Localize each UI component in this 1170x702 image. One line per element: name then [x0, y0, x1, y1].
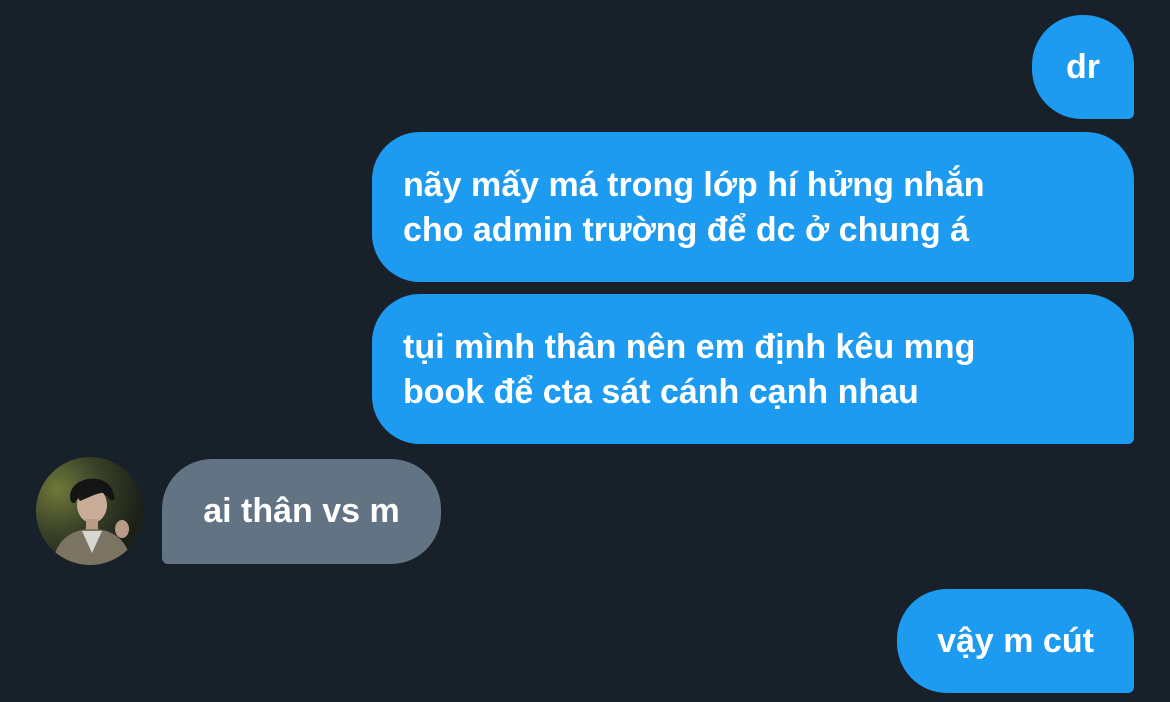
message-text: vậy m cút: [937, 622, 1094, 660]
message-bubble-outgoing[interactable]: tụi mình thân nên em định kêu mng book đ…: [372, 294, 1134, 444]
message-text-line: tụi mình thân nên em định kêu mng: [403, 328, 976, 366]
message-text-line: cho admin trường để dc ở chung á: [403, 211, 969, 249]
message-bubble-outgoing[interactable]: dr: [1032, 15, 1134, 119]
avatar-icon: [36, 457, 144, 565]
message-text-line: book để cta sát cánh cạnh nhau: [403, 373, 919, 411]
message-bubble-outgoing[interactable]: nãy mấy má trong lớp hí hửng nhắn cho ad…: [372, 132, 1134, 282]
message-text: dr: [1066, 48, 1100, 86]
message-text-line: nãy mấy má trong lớp hí hửng nhắn: [403, 166, 985, 204]
avatar[interactable]: [36, 457, 144, 565]
message-text: ai thân vs m: [203, 492, 400, 530]
message-bubble-outgoing[interactable]: vậy m cút: [897, 589, 1134, 693]
message-bubble-incoming[interactable]: ai thân vs m: [162, 459, 441, 564]
